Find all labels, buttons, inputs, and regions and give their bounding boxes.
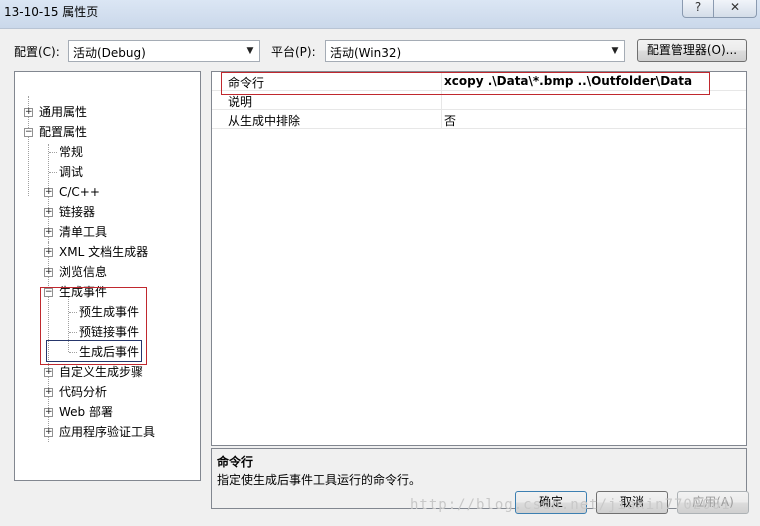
expand-icon[interactable]: + — [44, 268, 53, 277]
tree-item-general[interactable]: 常规 — [59, 143, 83, 161]
expand-icon[interactable]: + — [44, 428, 53, 437]
platform-label: 平台(P): — [271, 45, 316, 59]
property-row-excluded-from-build[interactable]: 从生成中排除 否 — [212, 110, 746, 129]
tree-item-label: 配置属性 — [39, 125, 88, 139]
tree-item-label: 代码分析 — [59, 385, 108, 399]
tree-connector — [49, 152, 57, 153]
column-divider — [441, 110, 442, 129]
chevron-down-icon: ▼ — [611, 46, 619, 56]
settings-tree[interactable]: + 通用属性 − 配置属性 常规 调试 + C/C++ + 链接器 + 清单工具… — [14, 71, 201, 481]
expand-icon[interactable]: + — [44, 188, 53, 197]
property-value[interactable]: 否 — [444, 112, 456, 129]
config-label: 配置(C): — [14, 45, 60, 59]
expand-icon[interactable]: + — [44, 408, 53, 417]
highlight-box — [221, 72, 710, 95]
config-dropdown-value: 活动(Debug) — [73, 46, 146, 60]
watermark: http://blog.csdn.net/jiaxin7702001 — [410, 497, 731, 513]
title-bar: 13-10-15 属性页 ? ✕ — [0, 0, 760, 28]
expand-icon[interactable]: + — [44, 208, 53, 217]
selection-box — [46, 340, 142, 362]
close-button[interactable]: ✕ — [713, 0, 757, 18]
configuration-manager-button[interactable]: 配置管理器(O)... — [637, 39, 747, 62]
tree-item-label: 浏览信息 — [59, 265, 108, 279]
tree-item-debugging[interactable]: 调试 — [59, 163, 83, 181]
platform-dropdown[interactable]: 活动(Win32) ▼ — [325, 40, 625, 62]
tree-item-label: XML 文档生成器 — [59, 245, 149, 259]
property-name: 从生成中排除 — [228, 114, 301, 128]
platform-dropdown-value: 活动(Win32) — [330, 46, 402, 60]
expand-icon[interactable]: + — [44, 368, 53, 377]
config-dropdown[interactable]: 活动(Debug) ▼ — [68, 40, 260, 62]
tree-item-label: 应用程序验证工具 — [59, 425, 156, 439]
property-grid[interactable]: 命令行 xcopy .\Data\*.bmp ..\Outfolder\Data… — [211, 71, 747, 446]
tree-item-label: 清单工具 — [59, 225, 108, 239]
expand-icon[interactable]: + — [24, 108, 33, 117]
tree-connector — [49, 172, 57, 173]
tree-item-label: Web 部署 — [59, 405, 113, 419]
expand-icon[interactable]: + — [44, 248, 53, 257]
help-button[interactable]: ? — [682, 0, 714, 18]
tree-item-label: 链接器 — [59, 205, 96, 219]
property-name: 说明 — [228, 95, 253, 109]
expand-icon[interactable]: + — [44, 228, 53, 237]
expand-icon[interactable]: + — [44, 388, 53, 397]
window-title: 13-10-15 属性页 — [4, 5, 99, 19]
collapse-icon[interactable]: − — [24, 128, 33, 137]
chevron-down-icon: ▼ — [246, 46, 254, 56]
property-pages-dialog: 配置(C): 活动(Debug) ▼ 平台(P): 活动(Win32) ▼ 配置… — [0, 28, 760, 526]
tree-item-label: 通用属性 — [39, 105, 88, 119]
description-title: 命令行 — [217, 455, 254, 469]
tree-item-label: 自定义生成步骤 — [59, 365, 144, 379]
description-text: 指定使生成后事件工具运行的命令行。 — [217, 473, 422, 487]
tree-item-label: C/C++ — [59, 185, 100, 199]
